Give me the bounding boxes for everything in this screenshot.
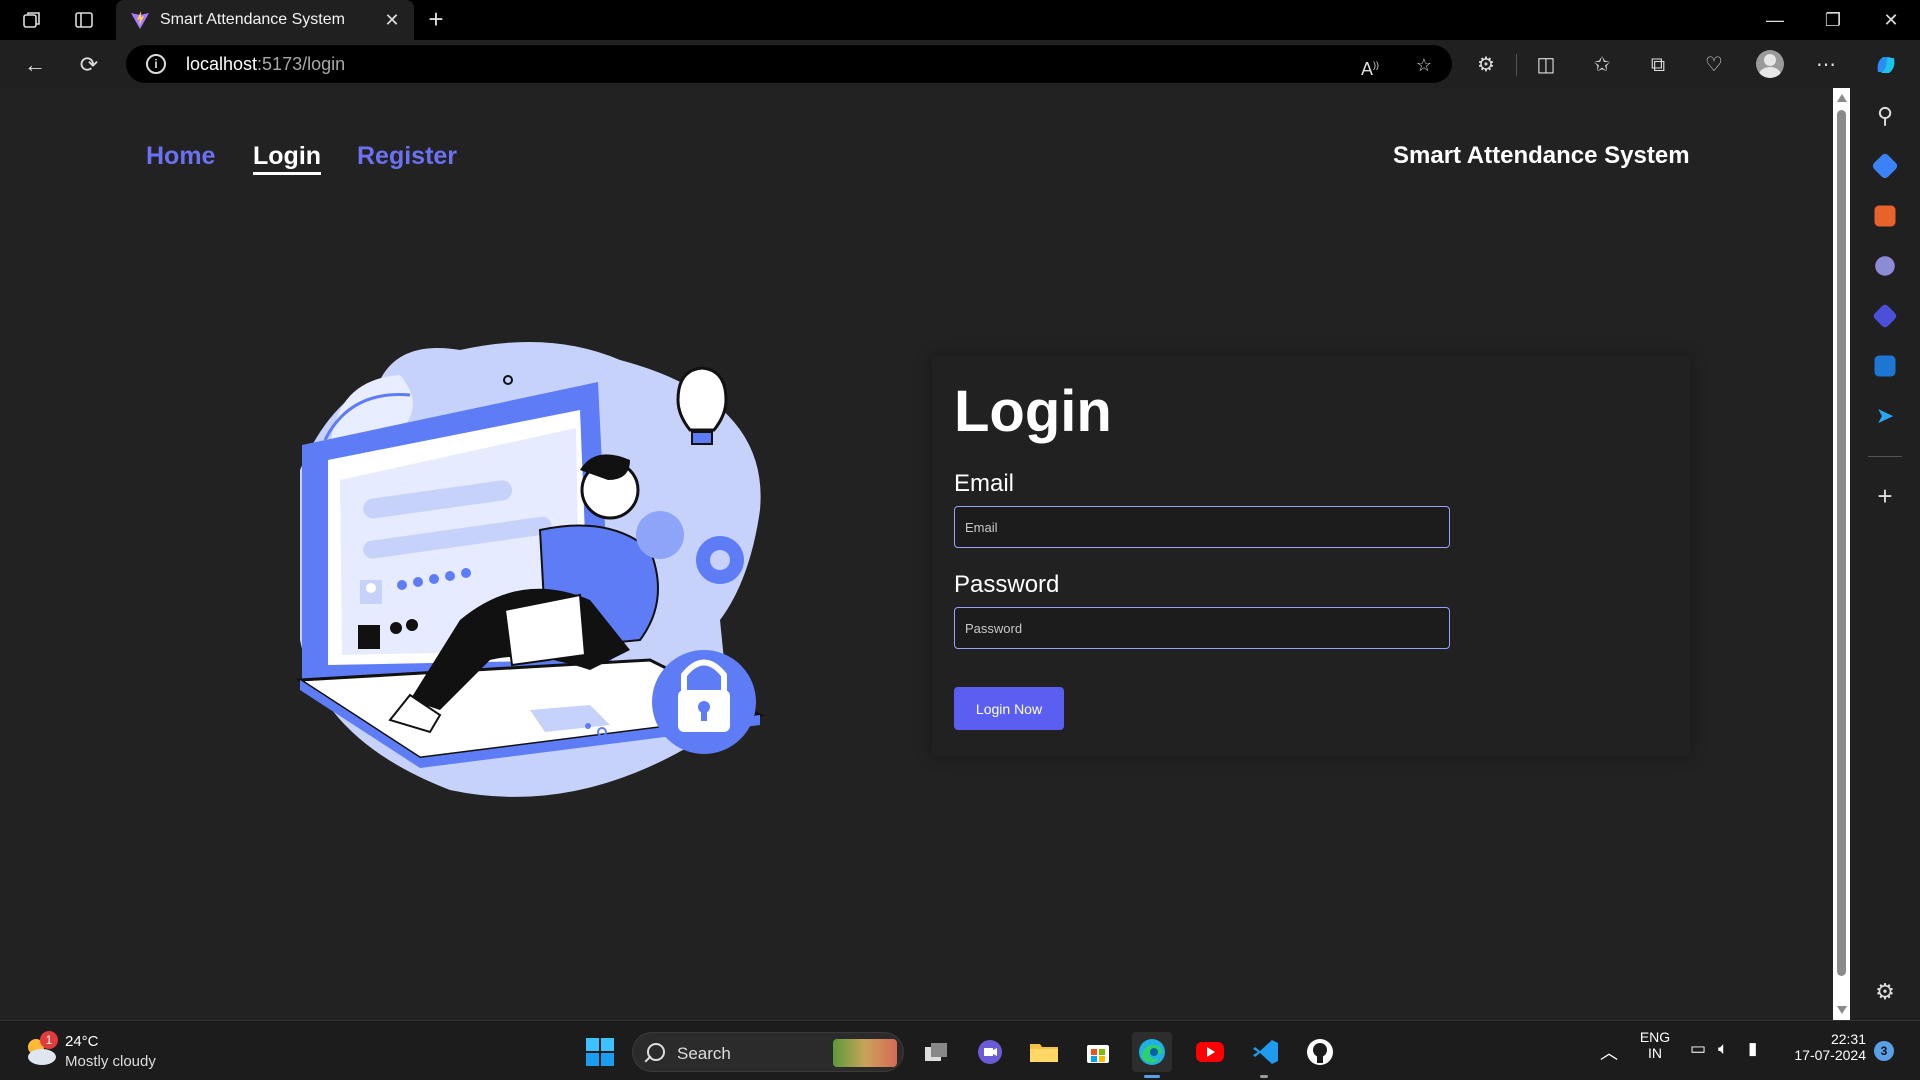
sidebar-send-icon[interactable]: ➤: [1871, 402, 1899, 430]
tray-overflow-chevron-icon[interactable]: ︿: [1600, 1039, 1618, 1065]
edge-sidebar: ⚲ ➤ + ⚙: [1850, 88, 1920, 1020]
volume-icon[interactable]: 🔈︎: [1718, 1039, 1728, 1059]
clock-time: 22:31: [1830, 1031, 1866, 1047]
browser-toolbar: ← ⟳ i localhost:5173/login A)) ☆ ⚙ ◫ ✩ ⧉…: [0, 40, 1920, 88]
sidebar-copilot-designer-icon[interactable]: [1872, 303, 1898, 329]
site-info-icon[interactable]: i: [146, 54, 166, 74]
email-field[interactable]: [954, 506, 1450, 548]
profile-avatar-icon[interactable]: [1756, 50, 1784, 78]
login-now-button[interactable]: Login Now: [954, 687, 1064, 730]
login-card: Login Email Password Login Now: [932, 356, 1690, 756]
start-windows-icon[interactable]: [580, 1032, 620, 1072]
scroll-down-arrow-icon[interactable]: [1837, 1006, 1847, 1014]
browser-titlebar: Smart Attendance System ✕ + — ❐ ✕: [0, 0, 1920, 40]
address-bar[interactable]: i localhost:5173/login A)) ☆: [126, 45, 1452, 83]
browser-tab-active[interactable]: Smart Attendance System ✕: [116, 0, 414, 40]
network-icon[interactable]: ▭: [1690, 1039, 1706, 1059]
nav-login-link[interactable]: Login: [253, 142, 322, 175]
password-field[interactable]: [954, 607, 1450, 649]
edge-browser-icon[interactable]: [1132, 1032, 1172, 1072]
nav-home-link[interactable]: Home: [146, 142, 215, 171]
sidebar-add-icon[interactable]: +: [1871, 482, 1899, 510]
sidebar-divider: [1868, 456, 1902, 457]
workspaces-icon[interactable]: [20, 8, 44, 32]
sidebar-shopping-tag-icon[interactable]: [1871, 152, 1899, 180]
nav-register-link[interactable]: Register: [357, 142, 457, 171]
sidebar-outlook-icon[interactable]: [1874, 355, 1896, 377]
microsoft-store-icon[interactable]: [1078, 1032, 1118, 1072]
sidebar-games-icon[interactable]: [1875, 256, 1895, 276]
favorites-icon[interactable]: ✩: [1588, 52, 1616, 78]
notification-count-badge[interactable]: 3: [1874, 1041, 1894, 1061]
edge-active-indicator: [1144, 1075, 1160, 1078]
system-clock[interactable]: 22:31 17-07-2024: [1786, 1031, 1866, 1063]
language-code: ENG: [1639, 1029, 1671, 1045]
youtube-icon[interactable]: [1190, 1032, 1230, 1072]
file-explorer-icon[interactable]: [1024, 1032, 1064, 1072]
tab-actions-icon[interactable]: [72, 8, 96, 32]
weather-condition[interactable]: Mostly cloudy: [65, 1053, 156, 1070]
password-label: Password: [954, 571, 1060, 598]
login-heading: Login: [954, 379, 1112, 444]
email-label: Email: [954, 470, 1015, 497]
vite-favicon-icon: [130, 10, 150, 30]
language-indicator[interactable]: ENG IN: [1638, 1029, 1672, 1061]
split-screen-icon[interactable]: ◫: [1532, 52, 1560, 78]
restore-button[interactable]: ❐: [1810, 6, 1856, 34]
minimize-button[interactable]: —: [1752, 6, 1798, 34]
vscode-running-indicator: [1260, 1075, 1268, 1078]
page-scrollbar[interactable]: [1833, 88, 1850, 1020]
tab-title: Smart Attendance System: [160, 11, 345, 28]
task-view-icon[interactable]: [916, 1032, 956, 1072]
vscode-icon[interactable]: [1246, 1032, 1286, 1072]
windows-taskbar: 1 24°C Mostly cloudy Search ︿ ENG IN ▭ 🔈…: [0, 1020, 1920, 1080]
brand-title: Smart Attendance System: [1393, 142, 1690, 169]
browser-essentials-icon[interactable]: ♡: [1700, 52, 1728, 78]
url-text[interactable]: localhost:5173/login: [186, 54, 345, 75]
clock-date: 17-07-2024: [1794, 1047, 1866, 1063]
sidebar-tools-icon[interactable]: [1874, 205, 1896, 227]
search-highlight-icon: [833, 1039, 897, 1067]
login-illustration: [290, 320, 770, 798]
collections-icon[interactable]: ⧉: [1644, 52, 1672, 78]
toolbar-divider: [1516, 54, 1517, 76]
refresh-icon[interactable]: ⟳: [74, 50, 104, 80]
extensions-icon[interactable]: ⚙: [1472, 52, 1500, 78]
favorite-star-icon[interactable]: ☆: [1412, 53, 1436, 77]
taskbar-search[interactable]: Search: [632, 1032, 904, 1072]
scrollbar-thumb[interactable]: [1837, 110, 1846, 976]
new-tab-button[interactable]: +: [422, 6, 450, 34]
search-icon: [647, 1043, 665, 1061]
taskbar-search-label: Search: [677, 1044, 731, 1063]
sidebar-settings-gear-icon[interactable]: ⚙: [1871, 978, 1899, 1006]
sidebar-search-icon[interactable]: ⚲: [1871, 102, 1899, 130]
weather-badge: 1: [40, 1031, 58, 1049]
more-menu-icon[interactable]: ⋯: [1812, 52, 1840, 78]
github-icon[interactable]: [1300, 1032, 1340, 1072]
battery-icon[interactable]: ▮: [1748, 1039, 1757, 1059]
read-aloud-icon[interactable]: A)): [1358, 53, 1382, 79]
login-page: Home Login Register Smart Attendance Sys…: [0, 88, 1833, 1020]
teams-meet-icon[interactable]: [970, 1032, 1010, 1072]
window-close-button[interactable]: ✕: [1868, 6, 1914, 34]
region-code: IN: [1648, 1045, 1662, 1061]
back-arrow-icon[interactable]: ←: [20, 50, 50, 80]
weather-temp[interactable]: 24°C: [65, 1033, 99, 1050]
tab-close-icon[interactable]: ✕: [380, 8, 404, 32]
copilot-icon[interactable]: [1872, 52, 1900, 78]
scroll-up-arrow-icon[interactable]: [1837, 94, 1847, 102]
